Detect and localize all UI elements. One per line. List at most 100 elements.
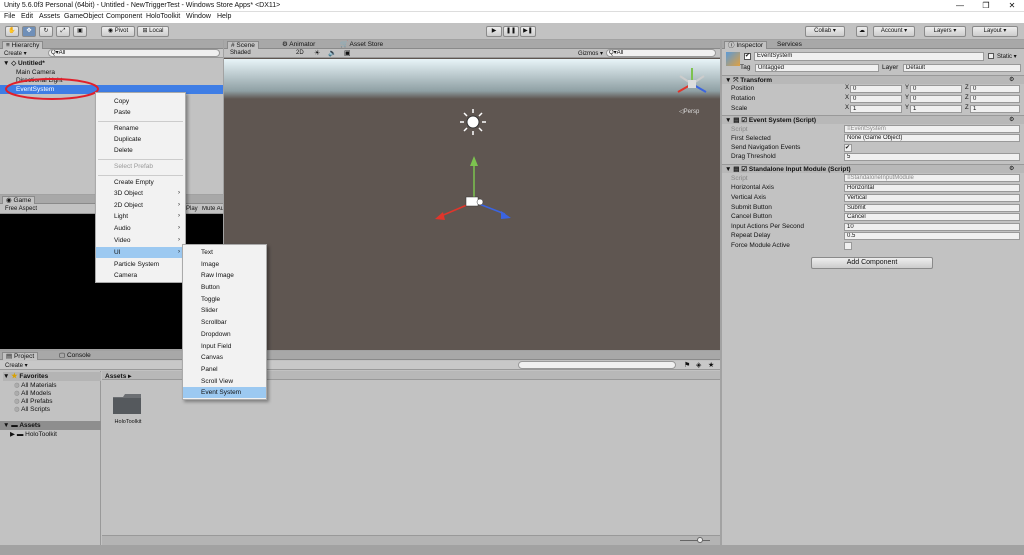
- menu-component[interactable]: Component: [106, 13, 142, 20]
- drag-threshold-field[interactable]: 5: [844, 153, 1020, 161]
- menu-holotoolkit[interactable]: HoloToolkit: [146, 13, 180, 20]
- project-create-button[interactable]: Create ▾: [5, 362, 28, 369]
- submit-button-field[interactable]: Submit: [844, 204, 1020, 212]
- scale-tool-icon[interactable]: ⤢: [56, 26, 70, 37]
- asset-folder-holotoolkit[interactable]: HoloToolkit: [111, 391, 145, 427]
- tab-animator[interactable]: ⚙ Animator: [279, 41, 318, 49]
- tab-console[interactable]: ▢ Console: [56, 352, 94, 360]
- layer-dropdown[interactable]: Default: [903, 64, 1021, 72]
- filter-label-icon[interactable]: ◈: [696, 361, 701, 369]
- close-button[interactable]: ✕: [1000, 0, 1024, 12]
- menu-item-ui[interactable]: UI ›: [96, 247, 185, 258]
- position-z-field[interactable]: 0: [970, 85, 1020, 93]
- slider-thumb[interactable]: [697, 537, 703, 543]
- transform-header[interactable]: ▼ ⤧ Transform: [722, 75, 1024, 84]
- persp-label[interactable]: ◁Persp: [679, 108, 699, 115]
- submenu-item-dropdown[interactable]: Dropdown: [183, 329, 266, 340]
- scale-x-field[interactable]: 1: [850, 105, 902, 113]
- assets-root[interactable]: ▼ ▬ Assets: [0, 421, 101, 430]
- menu-item-camera[interactable]: Camera: [96, 270, 185, 281]
- menu-item-3d-object[interactable]: 3D Object ›: [96, 188, 185, 199]
- mode-2d-toggle[interactable]: 2D: [296, 50, 304, 56]
- collab-button[interactable]: Collab ▾: [805, 26, 845, 37]
- menu-item-delete[interactable]: Delete: [96, 145, 185, 156]
- submenu-item-toggle[interactable]: Toggle: [183, 294, 266, 305]
- star-icon[interactable]: ★: [708, 361, 714, 369]
- menu-item-audio[interactable]: Audio ›: [96, 223, 185, 234]
- component-settings-gear-icon[interactable]: ⚙: [1009, 116, 1014, 123]
- submenu-item-scroll-view[interactable]: Scroll View: [183, 376, 266, 387]
- shading-dropdown[interactable]: Shaded: [230, 50, 251, 56]
- position-y-field[interactable]: 0: [910, 85, 962, 93]
- tab-scene[interactable]: # Scene: [227, 41, 259, 49]
- static-checkbox[interactable]: [988, 53, 994, 59]
- pause-button[interactable]: ❚❚: [503, 26, 519, 37]
- cloud-icon[interactable]: ☁: [856, 26, 868, 37]
- tree-item-holotoolkit[interactable]: ▶ ▬ HoloToolkit: [10, 430, 57, 439]
- audio-icon[interactable]: 🔈: [328, 49, 337, 57]
- rotate-tool-icon[interactable]: ↻: [39, 26, 53, 37]
- horizontal-axis-field[interactable]: Horizontal: [844, 184, 1020, 192]
- icon-size-slider[interactable]: [680, 540, 710, 541]
- menu-item-rename[interactable]: Rename: [96, 123, 185, 134]
- minimize-button[interactable]: —: [948, 0, 972, 12]
- force-module-checkbox[interactable]: [844, 242, 852, 250]
- tab-inspector[interactable]: ⓘ Inspector: [724, 41, 768, 49]
- tag-dropdown[interactable]: Untagged: [755, 64, 879, 72]
- mute-audio-toggle[interactable]: Mute Aud: [202, 206, 223, 212]
- step-button[interactable]: ▶❚: [520, 26, 536, 37]
- submenu-item-text[interactable]: Text: [183, 247, 266, 258]
- component-settings-gear-icon[interactable]: ⚙: [1009, 76, 1014, 83]
- position-x-field[interactable]: 0: [850, 85, 902, 93]
- submenu-item-image[interactable]: Image: [183, 259, 266, 270]
- input-module-header[interactable]: ▼ ▤ ☑ Standalone Input Module (Script): [722, 164, 1024, 173]
- effects-icon[interactable]: ▣: [344, 49, 351, 57]
- input-actions-field[interactable]: 10: [844, 223, 1020, 231]
- submenu-item-event-system[interactable]: Event System: [183, 387, 266, 398]
- cancel-button-field[interactable]: Cancel: [844, 213, 1020, 221]
- rect-tool-icon[interactable]: ▣: [73, 26, 87, 37]
- aspect-dropdown[interactable]: Free Aspect: [5, 206, 37, 212]
- object-name-field[interactable]: EventSystem: [754, 52, 984, 61]
- scene-root[interactable]: ▼ ◇ Untitled*: [3, 59, 45, 68]
- tab-project[interactable]: ▤ Project: [2, 352, 39, 360]
- move-tool-icon[interactable]: ✥: [22, 26, 36, 37]
- submenu-item-raw-image[interactable]: Raw Image: [183, 270, 266, 281]
- scene-search-input[interactable]: Q▾All: [606, 49, 716, 57]
- add-component-button[interactable]: Add Component: [811, 257, 933, 269]
- menu-window[interactable]: Window: [186, 13, 211, 20]
- first-selected-field[interactable]: None (Game Object): [844, 134, 1020, 142]
- gizmos-dropdown[interactable]: Gizmos ▾: [578, 50, 603, 57]
- hierarchy-create-button[interactable]: Create ▾: [4, 50, 27, 57]
- tab-game[interactable]: ◉ Game: [2, 196, 36, 204]
- layout-button[interactable]: Layout ▾: [972, 26, 1018, 37]
- active-checkbox[interactable]: ✔: [744, 53, 751, 60]
- submenu-item-slider[interactable]: Slider: [183, 305, 266, 316]
- component-settings-gear-icon[interactable]: ⚙: [1009, 165, 1014, 172]
- menu-item-video[interactable]: Video ›: [96, 235, 185, 246]
- menu-assets[interactable]: Assets: [39, 13, 60, 20]
- submenu-item-input-field[interactable]: Input Field: [183, 341, 266, 352]
- rotation-x-field[interactable]: 0: [850, 95, 902, 103]
- favorites-header[interactable]: ▼ ★ Favorites: [3, 372, 101, 381]
- scale-z-field[interactable]: 1: [970, 105, 1020, 113]
- game-play-label[interactable]: Play: [186, 206, 198, 212]
- scale-y-field[interactable]: 1: [910, 105, 962, 113]
- hierarchy-search-input[interactable]: Q▾All: [48, 49, 220, 57]
- menu-edit[interactable]: Edit: [21, 13, 33, 20]
- menu-item-duplicate[interactable]: Duplicate: [96, 134, 185, 145]
- fav-all-scripts[interactable]: ◍ All Scripts: [14, 405, 50, 414]
- menu-item-paste[interactable]: Paste: [96, 107, 185, 118]
- tab-hierarchy[interactable]: ≡ Hierarchy: [2, 41, 44, 49]
- vertical-axis-field[interactable]: Vertical: [844, 194, 1020, 202]
- rotation-z-field[interactable]: 0: [970, 95, 1020, 103]
- menu-item-2d-object[interactable]: 2D Object ›: [96, 200, 185, 211]
- tab-asset-store[interactable]: 🛒 Asset Store: [337, 41, 386, 49]
- project-search-input[interactable]: [518, 361, 676, 369]
- menu-file[interactable]: File: [4, 13, 15, 20]
- submenu-item-scrollbar[interactable]: Scrollbar: [183, 317, 266, 328]
- layers-button[interactable]: Layers ▾: [924, 26, 966, 37]
- pivot-toggle[interactable]: ◉ Pivot: [101, 26, 135, 37]
- menu-item-copy[interactable]: Copy: [96, 96, 185, 107]
- submenu-item-panel[interactable]: Panel: [183, 364, 266, 375]
